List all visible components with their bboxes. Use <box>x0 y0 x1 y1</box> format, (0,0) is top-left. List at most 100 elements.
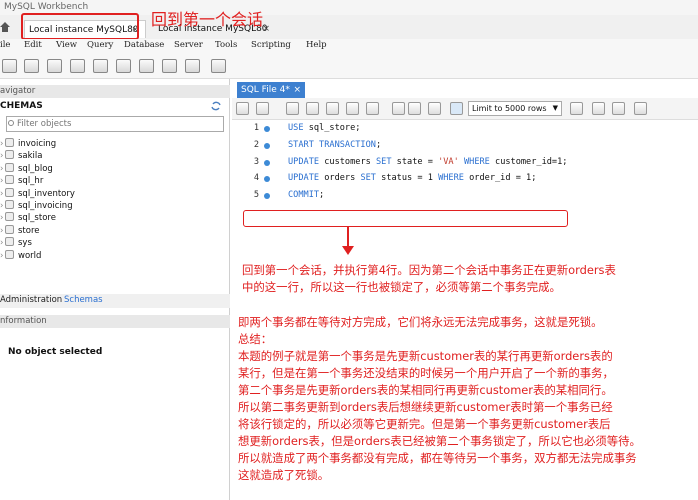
annotation-line: 即两个事务都在等待对方完成，它们将永远无法完成事务，这就是死锁。 <box>238 315 603 329</box>
menu-query[interactable]: Query <box>87 40 113 50</box>
chevron-right-icon[interactable]: › <box>0 175 4 187</box>
invisible-chars-icon[interactable] <box>612 102 625 115</box>
code-text: COMMIT; <box>288 187 324 204</box>
menu-view[interactable]: View <box>56 40 77 50</box>
create-function-icon[interactable] <box>162 59 177 73</box>
create-table-icon[interactable] <box>93 59 108 73</box>
schema-item[interactable]: › sys <box>0 237 32 249</box>
chevron-right-icon[interactable]: › <box>0 138 4 150</box>
toggle-error-icon[interactable] <box>366 102 379 115</box>
filter-objects-field[interactable] <box>6 116 224 132</box>
schema-item[interactable]: › sakila <box>0 150 43 162</box>
chevron-right-icon[interactable]: › <box>0 212 4 224</box>
chevron-right-icon[interactable]: › <box>0 250 4 262</box>
annotation-line: 中的这一行，所以这一行也被锁定了，必须等第二个事务完成。 <box>242 280 561 294</box>
annotation-line: 想更新orders表，但是orders表已经被第二个事务锁定了，所以它也必须等待… <box>238 434 641 448</box>
home-icon[interactable] <box>0 21 10 33</box>
sql-editor-panel: SQL File 4* × Limit to 5000 rows ▼ 1 USE … <box>232 79 698 500</box>
schema-item[interactable]: › store <box>0 224 40 237</box>
schema-item[interactable]: › sql_hr <box>0 175 43 187</box>
chevron-right-icon[interactable]: › <box>0 150 4 162</box>
chevron-right-icon[interactable]: › <box>0 225 4 237</box>
schema-item-label: sql_hr <box>18 176 44 187</box>
toggle-limit-icon[interactable] <box>450 102 463 115</box>
annotation-line: 这就造成了死锁。 <box>238 468 330 482</box>
close-icon[interactable]: × <box>262 20 270 38</box>
database-icon <box>5 200 14 209</box>
reconnect-icon[interactable] <box>211 59 226 73</box>
create-procedure-icon[interactable] <box>139 59 154 73</box>
menu-scripting[interactable]: Scripting <box>251 40 291 50</box>
chevron-right-icon[interactable]: › <box>0 237 4 249</box>
annotation-line: 本题的例子就是第一个事务是先更新customer表的某行再更新orders表的 <box>238 349 613 363</box>
menu-server[interactable]: Server <box>174 40 203 50</box>
sql-string: 'VA' <box>438 156 459 167</box>
chevron-down-icon: ▼ <box>552 104 558 112</box>
statement-marker-icon <box>264 142 270 149</box>
execute-icon[interactable] <box>286 102 299 115</box>
schema-item-label: sakila <box>18 151 43 162</box>
navigator-bottom-tabs: Administration Schemas <box>0 294 230 308</box>
line-highlight-box <box>243 210 568 227</box>
create-schema-icon[interactable] <box>70 59 85 73</box>
schema-item[interactable]: › sql_store <box>0 212 56 224</box>
find-icon[interactable] <box>592 102 605 115</box>
code-editor[interactable]: 1 USE sql_store; 2 START TRANSACTION; 3 UPDAT… <box>232 120 698 500</box>
sql-keyword: USE <box>288 123 304 133</box>
line-number: 1 <box>253 123 259 133</box>
schema-item[interactable]: › sql_invoicing <box>0 200 73 212</box>
menu-file[interactable]: ile <box>0 40 10 50</box>
schema-item-label: sql_invoicing <box>18 201 73 211</box>
open-file-icon[interactable] <box>236 102 249 115</box>
autocommit-icon[interactable] <box>392 102 405 115</box>
sql-keyword: SET <box>360 173 376 184</box>
new-sql-tab-icon[interactable] <box>2 59 17 73</box>
line-number: 5 <box>253 190 259 201</box>
chevron-right-icon[interactable]: › <box>0 188 4 200</box>
tab-administration[interactable]: Administration <box>0 295 62 305</box>
annotation-line: 所以就造成了两个事务都没有完成，都在等待另一个事务，双方都无法完成事务 <box>238 451 637 465</box>
schema-item[interactable]: › sql_blog <box>0 162 53 175</box>
menu-database[interactable]: Database <box>124 40 164 50</box>
limit-rows-select[interactable]: Limit to 5000 rows ▼ <box>468 101 562 116</box>
database-icon <box>5 175 14 185</box>
rollback-icon[interactable] <box>428 102 441 115</box>
commit-icon[interactable] <box>408 102 421 115</box>
statement-marker-icon <box>264 159 270 166</box>
annotation-line: 回到第一个会话，并执行第4行。因为第二个会话中事务正在更新orders表 <box>242 263 616 277</box>
stop-icon[interactable] <box>346 102 359 115</box>
sql-keyword: UPDATE <box>288 156 320 167</box>
menu-tools[interactable]: Tools <box>215 40 237 50</box>
schema-item[interactable]: › sql_inventory <box>0 187 75 200</box>
search-table-data-icon[interactable] <box>185 59 200 73</box>
chevron-right-icon[interactable]: › <box>0 200 4 212</box>
database-icon <box>5 162 14 172</box>
close-icon[interactable]: × <box>293 82 301 98</box>
execute-current-icon[interactable] <box>306 102 319 115</box>
menu-help[interactable]: Help <box>306 40 327 50</box>
sql-keyword: WHERE <box>438 173 464 184</box>
beautify-icon[interactable] <box>570 102 583 115</box>
schema-item[interactable]: › invoicing <box>0 138 56 150</box>
sql-text: status = 1 <box>375 173 439 184</box>
schemas-title: CHEMAS <box>0 101 43 111</box>
tab-sql-file[interactable]: SQL File 4* × <box>237 82 305 98</box>
chevron-right-icon[interactable]: › <box>0 163 4 175</box>
schema-item[interactable]: › world <box>0 249 41 262</box>
tab-schemas[interactable]: Schemas <box>64 295 103 305</box>
refresh-icon[interactable] <box>211 101 221 111</box>
sql-keyword: SET <box>375 156 392 167</box>
wrap-lines-icon[interactable] <box>634 102 647 115</box>
filter-objects-input[interactable] <box>7 117 207 131</box>
create-view-icon[interactable] <box>116 59 131 73</box>
explain-icon[interactable] <box>326 102 339 115</box>
open-sql-file-icon[interactable] <box>24 59 39 73</box>
save-icon[interactable] <box>256 102 269 115</box>
menu-edit[interactable]: Edit <box>24 40 42 50</box>
information-header: nformation <box>0 315 230 328</box>
sql-text: orders <box>319 173 361 184</box>
database-icon <box>5 187 14 197</box>
schema-item-label: sql_blog <box>18 163 53 174</box>
inspector-icon[interactable] <box>47 59 62 73</box>
line-number: 2 <box>253 139 259 150</box>
